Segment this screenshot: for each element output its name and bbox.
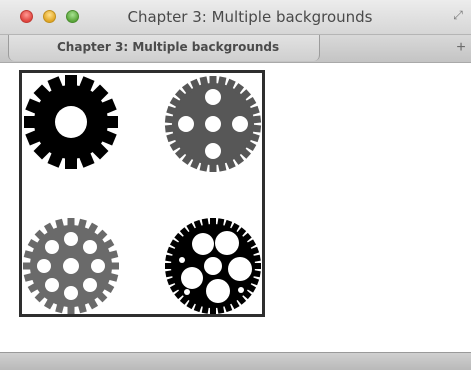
backgrounds-box: [19, 70, 265, 317]
tab-active[interactable]: Chapter 3: Multiple backgrounds: [8, 35, 320, 61]
title-bar[interactable]: Chapter 3: Multiple backgrounds ⤢: [0, 0, 471, 35]
window-title: Chapter 3: Multiple backgrounds: [127, 8, 373, 26]
browser-window: Chapter 3: Multiple backgrounds ⤢ Chapte…: [0, 0, 471, 370]
fullscreen-icon[interactable]: ⤢: [451, 8, 465, 22]
status-bar: [0, 352, 471, 370]
page-content: [0, 63, 471, 352]
gear-icon-black-large-holes: [165, 218, 261, 314]
new-tab-button[interactable]: +: [453, 39, 469, 57]
close-button[interactable]: [20, 10, 33, 23]
zoom-button[interactable]: [66, 10, 79, 23]
gear-icon-black: [24, 75, 118, 169]
gear-icon-gray-holes: [23, 218, 119, 314]
tab-bar: Chapter 3: Multiple backgrounds +: [0, 35, 471, 63]
tab-label: Chapter 3: Multiple backgrounds: [57, 40, 280, 54]
gear-icon-gray-spoked: [164, 76, 262, 172]
minimize-button[interactable]: [43, 10, 56, 23]
